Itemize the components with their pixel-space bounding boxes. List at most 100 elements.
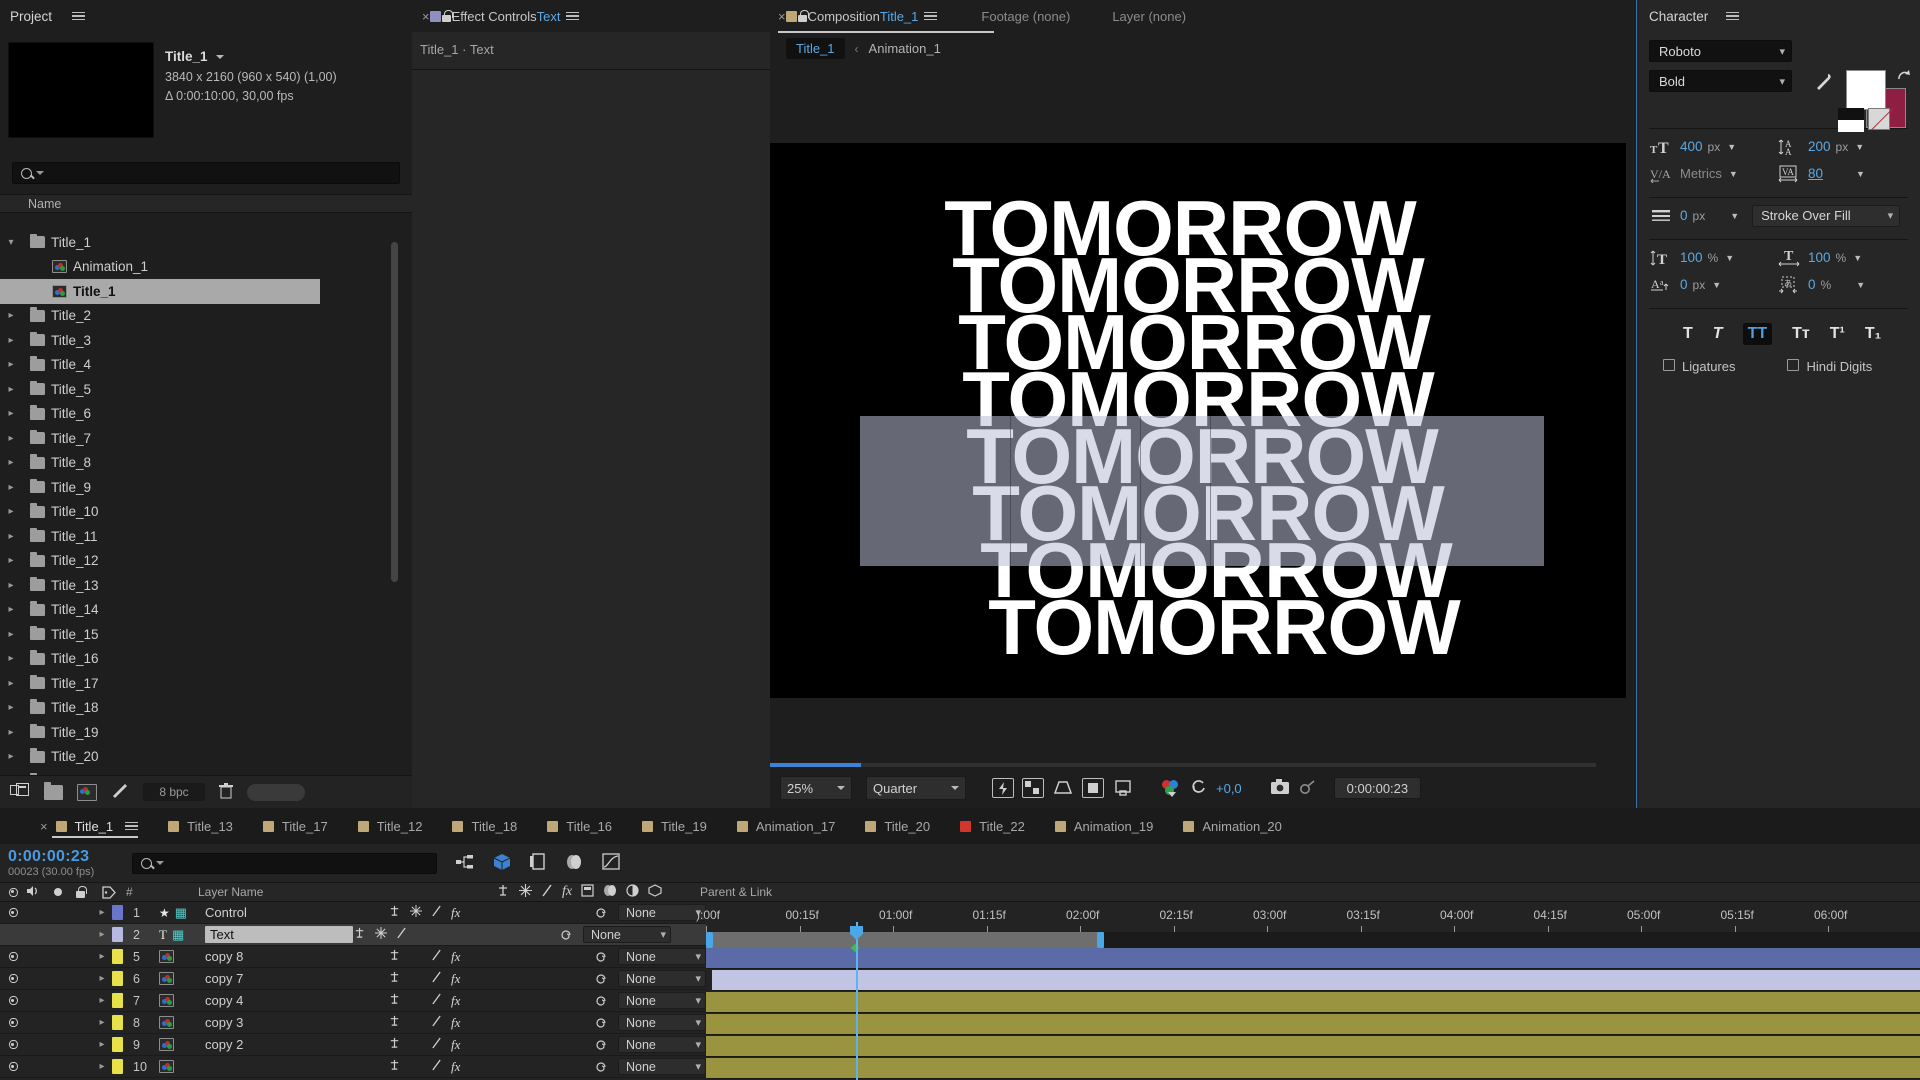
parent-link-select[interactable]: None ▾ bbox=[583, 926, 671, 943]
quality-icon[interactable] bbox=[519, 884, 532, 900]
layer-label-swatch[interactable] bbox=[112, 971, 123, 986]
disclosure-triangle-icon[interactable]: ▸ bbox=[4, 629, 18, 640]
tracking-field[interactable]: VA 80 ▼ bbox=[1777, 160, 1905, 187]
new-composition-icon[interactable] bbox=[77, 783, 97, 801]
font-size-value[interactable]: 400 bbox=[1680, 139, 1703, 154]
parent-pickwhip-icon[interactable] bbox=[549, 928, 583, 942]
disclosure-triangle-icon[interactable]: ▸ bbox=[4, 531, 18, 542]
project-list-item[interactable]: ▸ Title_16 bbox=[0, 647, 412, 672]
disclosure-triangle-icon[interactable]: ▸ bbox=[4, 604, 18, 615]
timeline-tab[interactable]: Title_18 bbox=[446, 808, 541, 844]
project-list-item[interactable]: ▸ Title_10 bbox=[0, 500, 412, 525]
timeline-layer-row[interactable]: ▸ 5 copy 8 fx None ▾ bbox=[0, 946, 706, 968]
zoom-level-select[interactable]: 25% bbox=[780, 776, 852, 800]
effects-toggle-icon[interactable] bbox=[541, 884, 553, 900]
composition-canvas[interactable]: TOMORROW TOMORROW TOMORROW TOMORROW TOMORROW… bbox=[770, 143, 1626, 698]
eyedropper-icon[interactable] bbox=[1814, 72, 1832, 94]
font-style-select[interactable]: Bold ▾ bbox=[1649, 70, 1792, 92]
layer-name[interactable]: copy 3 bbox=[205, 1015, 388, 1030]
disclosure-triangle-icon[interactable]: ▸ bbox=[92, 1061, 112, 1072]
tsume-field[interactable]: あ 0 % ▼ bbox=[1777, 271, 1905, 298]
lock-icon[interactable] bbox=[797, 9, 809, 23]
disclosure-triangle-icon[interactable]: ▸ bbox=[92, 1039, 112, 1050]
timeline-layer-row[interactable]: ▸ 7 copy 4 fx None ▾ bbox=[0, 990, 706, 1012]
fx-icon[interactable]: fx bbox=[451, 949, 460, 965]
timeline-tab[interactable]: Title_17 bbox=[257, 808, 352, 844]
project-tab-label[interactable]: Project bbox=[10, 9, 52, 24]
timeline-search-input[interactable] bbox=[132, 852, 437, 874]
project-search-input[interactable] bbox=[12, 162, 400, 184]
disclosure-triangle-icon[interactable]: ▸ bbox=[92, 951, 112, 962]
horizontal-scale-value[interactable]: 100 bbox=[1808, 250, 1831, 265]
timeline-tab[interactable]: Title_19 bbox=[636, 808, 731, 844]
project-pill-button[interactable] bbox=[247, 783, 305, 801]
disclosure-triangle-icon[interactable]: ▸ bbox=[4, 580, 18, 591]
parent-pickwhip-icon[interactable] bbox=[584, 1016, 618, 1030]
effects-toggle-icon[interactable] bbox=[431, 971, 442, 986]
project-list-item[interactable]: ▸ Title_13 bbox=[0, 573, 412, 598]
fx-icon[interactable]: fx bbox=[451, 1037, 460, 1053]
layer-label-swatch[interactable] bbox=[112, 949, 123, 964]
quality-icon[interactable] bbox=[410, 905, 422, 920]
disclosure-triangle-icon[interactable]: ▸ bbox=[4, 702, 18, 713]
fx-icon[interactable]: fx bbox=[451, 993, 460, 1009]
fx-icon[interactable]: fx bbox=[451, 1015, 460, 1031]
bit-depth-button[interactable]: 8 bpc bbox=[143, 783, 205, 801]
chevron-down-icon[interactable]: ▼ bbox=[1725, 253, 1734, 263]
project-list-item[interactable]: ▸ Title_20 bbox=[0, 745, 412, 770]
disclosure-triangle-icon[interactable]: ▸ bbox=[92, 995, 112, 1006]
timeline-tab[interactable]: Title_22 bbox=[954, 808, 1049, 844]
effects-toggle-icon[interactable] bbox=[431, 949, 442, 964]
project-list-item[interactable]: ▸ Title_6 bbox=[0, 402, 412, 427]
3d-layer-icon[interactable] bbox=[648, 884, 662, 900]
parent-link-select[interactable]: None ▾ bbox=[618, 970, 706, 987]
fill-color-swatch[interactable] bbox=[1846, 70, 1886, 110]
layer-label-swatch[interactable] bbox=[112, 1059, 123, 1074]
layer-label-swatch[interactable] bbox=[112, 927, 123, 942]
disclosure-triangle-icon[interactable]: ▸ bbox=[4, 751, 18, 762]
effect-controls-menu-icon[interactable] bbox=[566, 11, 580, 21]
layer-label-swatch[interactable] bbox=[112, 905, 123, 920]
disclosure-triangle-icon[interactable]: ▸ bbox=[4, 727, 18, 738]
layer-visibility-icon[interactable] bbox=[8, 908, 18, 917]
character-menu-icon[interactable] bbox=[1726, 11, 1740, 21]
timeline-layer-row[interactable]: ▸ 2 T ▦ Text None ▾ bbox=[0, 924, 706, 946]
timeline-tab[interactable]: Title_20 bbox=[859, 808, 954, 844]
project-list-item[interactable]: Animation_1 bbox=[0, 255, 412, 280]
close-icon[interactable]: × bbox=[422, 10, 430, 23]
collapse-transform-icon[interactable] bbox=[388, 905, 401, 920]
layer-name[interactable]: copy 4 bbox=[205, 993, 388, 1008]
chevron-down-icon[interactable]: ▼ bbox=[1729, 169, 1738, 179]
layer-visibility-icon[interactable] bbox=[8, 1018, 18, 1027]
layer-label-swatch[interactable] bbox=[112, 993, 123, 1008]
timeline-layer-bar[interactable] bbox=[706, 1058, 1920, 1079]
timeline-current-time[interactable]: 0:00:00:23 bbox=[8, 848, 96, 866]
kerning-field[interactable]: V/A Metrics ▼ bbox=[1649, 160, 1777, 187]
disclosure-triangle-icon[interactable]: ▸ bbox=[4, 678, 18, 689]
project-list-item[interactable]: ▸ Title_15 bbox=[0, 622, 412, 647]
baseline-shift-value[interactable]: 0 bbox=[1680, 277, 1688, 292]
default-colors-icon[interactable] bbox=[1838, 108, 1864, 132]
3d-view-icon[interactable] bbox=[1052, 778, 1074, 798]
disclosure-triangle-icon[interactable]: ▸ bbox=[4, 653, 18, 664]
fx-icon[interactable]: fx bbox=[451, 971, 460, 987]
timeline-ruler[interactable]: ):00f 00:15f 01:00f 01:15f 02:00f 02:15f 03:00… bbox=[696, 902, 1920, 933]
timeline-layer-row[interactable]: ▸ 1 ★ ▦ Control fx None ▾ bbox=[0, 902, 706, 924]
project-settings-icon[interactable] bbox=[111, 783, 129, 802]
effects-toggle-icon[interactable] bbox=[431, 905, 442, 920]
character-tab-label[interactable]: Character bbox=[1649, 9, 1708, 24]
stroke-width-value[interactable]: 0 bbox=[1680, 208, 1688, 223]
layer-visibility-icon[interactable] bbox=[8, 952, 18, 961]
project-list-item[interactable]: Title_1 bbox=[0, 279, 320, 304]
disclosure-triangle-icon[interactable]: ▸ bbox=[4, 408, 18, 419]
effects-toggle-icon[interactable] bbox=[431, 993, 442, 1008]
visibility-icon[interactable] bbox=[8, 887, 18, 897]
chevron-down-icon[interactable]: ▼ bbox=[1855, 142, 1864, 152]
kerning-value[interactable]: Metrics bbox=[1680, 166, 1722, 181]
project-list-item[interactable]: ▾ Title_1 bbox=[0, 230, 412, 255]
chevron-down-icon[interactable]: ▼ bbox=[1730, 211, 1739, 221]
tracking-value[interactable]: 80 bbox=[1808, 166, 1823, 181]
font-style-button-0[interactable]: T bbox=[1683, 325, 1693, 343]
grid-guides-icon[interactable] bbox=[1112, 778, 1134, 798]
frame-blend-icon[interactable] bbox=[581, 884, 594, 900]
